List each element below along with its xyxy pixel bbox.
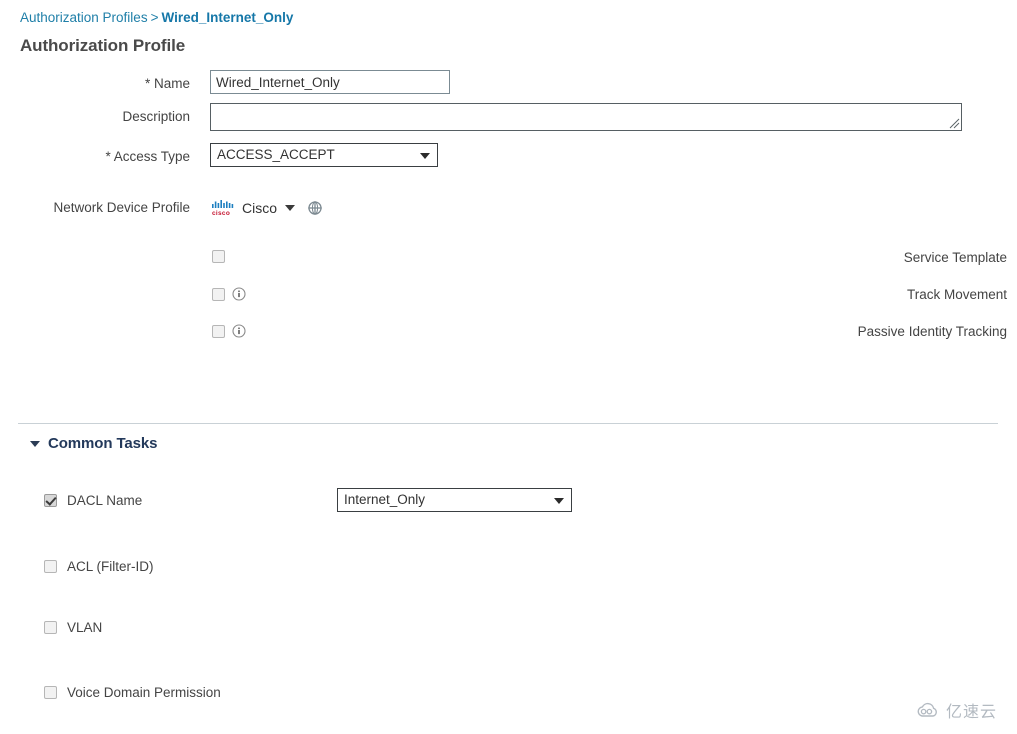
common-tasks-title: Common Tasks (48, 435, 158, 452)
chevron-down-icon (554, 498, 564, 504)
triangle-down-icon[interactable] (30, 440, 40, 447)
form-row-description: Description (0, 103, 1017, 137)
cisco-wordmark: cisco (212, 209, 231, 217)
dacl-name-value: Internet_Only (344, 492, 426, 507)
description-label: Description (122, 109, 190, 124)
common-task-field: Internet_Only (337, 488, 572, 512)
common-task-label: ACL (Filter-ID) (67, 559, 154, 574)
toggle-label: Track Movement (906, 287, 1007, 302)
form-row-name: * Name (0, 70, 1017, 98)
name-input[interactable] (210, 70, 450, 94)
network-device-profile-label: Network Device Profile (53, 200, 190, 215)
toggle-checkbox[interactable] (212, 324, 225, 338)
common-tasks-header[interactable]: Common Tasks (30, 435, 157, 452)
network-device-profile-label-wrap: Network Device Profile (0, 194, 200, 222)
common-task-label: DACL Name (67, 493, 143, 508)
common-task-row: VLAN (0, 615, 1017, 641)
chevron-down-icon[interactable] (285, 205, 296, 211)
common-task-row: ACL (Filter-ID) (0, 554, 1017, 580)
toggle-controls (212, 324, 246, 338)
common-task-row: Voice Domain Permission (0, 680, 1017, 706)
form-row-access-type: * Access Type ACCESS_ACCEPT (0, 143, 1017, 171)
breadcrumb-current-item: Wired_Internet_Only (161, 10, 294, 25)
toggle-controls (212, 250, 225, 263)
chevron-down-icon (420, 153, 430, 159)
watermark-text: 亿速云 (945, 702, 997, 721)
info-icon[interactable] (232, 287, 246, 301)
watermark: 亿速云 (915, 698, 997, 722)
dacl-name-select[interactable]: Internet_Only (337, 488, 572, 512)
common-task-label: VLAN (67, 620, 103, 635)
section-divider (18, 423, 998, 424)
toggle-label: Passive Identity Tracking (857, 324, 1007, 339)
description-wrap (210, 103, 962, 131)
form-row-toggle: Track Movement (0, 282, 1017, 310)
network-device-profile-value: Cisco (242, 200, 278, 216)
cloud-icon (917, 702, 937, 717)
toggle-label: Service Template (903, 250, 1007, 265)
common-task-checkbox[interactable] (44, 686, 57, 699)
access-type-field-wrap: ACCESS_ACCEPT (210, 143, 438, 167)
common-task-checkbox[interactable] (44, 621, 57, 634)
breadcrumb-separator: > (150, 10, 159, 25)
authorization-profile-form: * Name Description * Access Type (0, 70, 1017, 356)
toggle-checkbox[interactable] (212, 287, 225, 301)
name-label-wrap: * Name (0, 70, 200, 98)
common-task-row: DACL Name Internet_Only (0, 488, 1017, 514)
common-task-checkbox[interactable] (44, 560, 57, 573)
access-type-value: ACCESS_ACCEPT (217, 147, 335, 162)
form-row-toggle: Passive Identity Tracking (0, 319, 1017, 347)
toggle-rows: Service Template Track Movement Passive Id… (0, 245, 1017, 347)
cisco-logo-icon: cisco (212, 199, 236, 217)
toggle-controls (212, 287, 246, 301)
common-task-label: Voice Domain Permission (67, 685, 221, 700)
name-field-wrap (210, 70, 450, 94)
description-textarea[interactable] (210, 103, 962, 131)
toggle-checkbox[interactable] (212, 250, 225, 263)
info-icon[interactable] (232, 324, 246, 338)
description-label-wrap: Description (0, 103, 200, 131)
breadcrumb-link-authorization-profiles[interactable]: Authorization Profiles (20, 10, 148, 25)
common-task-checkbox[interactable] (44, 494, 57, 507)
form-row-network-device-profile: Network Device Profile cisco Cisco (0, 194, 1017, 222)
access-type-label: * Access Type (105, 149, 190, 164)
description-field-wrap (210, 103, 962, 131)
form-row-toggle: Service Template (0, 245, 1017, 273)
network-device-profile-control[interactable]: cisco Cisco (212, 194, 323, 222)
breadcrumb: Authorization Profiles > Wired_Internet_On… (20, 10, 293, 26)
access-type-select[interactable]: ACCESS_ACCEPT (210, 143, 438, 167)
access-type-label-wrap: * Access Type (0, 143, 200, 171)
name-label: * Name (144, 76, 190, 91)
globe-target-icon[interactable] (307, 200, 323, 216)
page-title: Authorization Profile (20, 36, 186, 55)
